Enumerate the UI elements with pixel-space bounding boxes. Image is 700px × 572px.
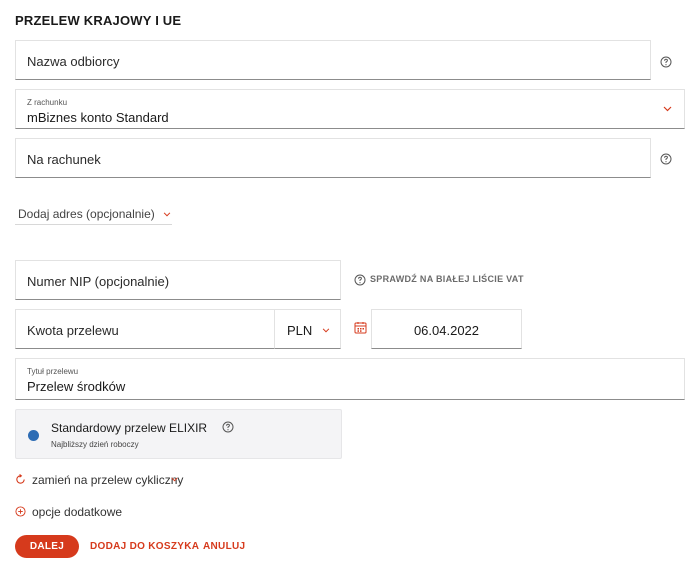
transfer-type-option[interactable]: Standardowy przelew ELIXIR Najbliższy dz… xyxy=(15,409,342,459)
amount-placeholder: Kwota przelewu xyxy=(27,323,119,338)
transfer-type-subtitle: Najbliższy dzień roboczy xyxy=(51,440,139,449)
next-button[interactable]: DALEJ xyxy=(15,535,79,558)
nip-placeholder: Numer NIP (opcjonalnie) xyxy=(27,274,170,289)
help-icon[interactable] xyxy=(660,56,672,68)
date-field[interactable]: 06.04.2022 xyxy=(371,309,522,349)
amount-field[interactable]: Kwota przelewu xyxy=(15,309,275,349)
to-account-field[interactable]: Na rachunek xyxy=(15,138,651,178)
nip-field[interactable]: Numer NIP (opcjonalnie) xyxy=(15,260,341,300)
radio-selected-icon[interactable] xyxy=(28,430,39,441)
currency-value: PLN xyxy=(287,323,313,338)
currency-select[interactable]: PLN xyxy=(274,309,341,349)
transfer-title-label: Tytuł przelewu xyxy=(27,367,79,376)
recurring-transfer-label: zamień na przelew cykliczny xyxy=(32,473,184,487)
recipient-name-placeholder: Nazwa odbiorcy xyxy=(27,54,120,69)
help-icon[interactable] xyxy=(660,153,672,165)
transfer-title-field[interactable]: Tytuł przelewu Przelew środków xyxy=(15,358,685,400)
add-to-cart-button[interactable]: DODAJ DO KOSZYKA xyxy=(90,541,199,552)
extra-options-toggle[interactable]: opcje dodatkowe xyxy=(15,505,145,519)
add-address-label: Dodaj adres (opcjonalnie) xyxy=(18,207,155,221)
page-title: PRZELEW KRAJOWY I UE xyxy=(15,13,182,28)
from-account-value: mBiznes konto Standard xyxy=(27,110,169,125)
chevron-down-icon xyxy=(663,106,672,112)
cancel-button[interactable]: ANULUJ xyxy=(203,541,245,552)
date-value: 06.04.2022 xyxy=(413,323,480,338)
extra-options-label: opcje dodatkowe xyxy=(32,505,123,519)
add-address-dropdown[interactable]: Dodaj adres (opcjonalnie) xyxy=(15,205,172,225)
from-account-label: Z rachunku xyxy=(27,98,68,107)
chevron-down-icon xyxy=(322,328,330,333)
chevron-down-icon xyxy=(171,477,178,482)
recurring-transfer-toggle[interactable]: zamień na przelew cykliczny xyxy=(15,473,185,487)
recipient-name-field[interactable]: Nazwa odbiorcy xyxy=(15,40,651,80)
from-account-select[interactable]: Z rachunku mBiznes konto Standard xyxy=(15,89,685,129)
help-icon[interactable] xyxy=(354,274,366,286)
to-account-placeholder: Na rachunek xyxy=(27,152,101,167)
refresh-icon xyxy=(16,474,25,484)
transfer-type-title: Standardowy przelew ELIXIR xyxy=(51,421,208,435)
transfer-title-value: Przelew środków xyxy=(27,379,126,394)
vat-check-link[interactable]: SPRAWDŹ NA BIAŁEJ LIŚCIE VAT xyxy=(370,274,524,284)
plus-circle-icon xyxy=(15,506,26,517)
help-icon[interactable] xyxy=(222,421,234,433)
calendar-icon[interactable] xyxy=(354,321,367,334)
chevron-down-icon xyxy=(163,212,171,217)
